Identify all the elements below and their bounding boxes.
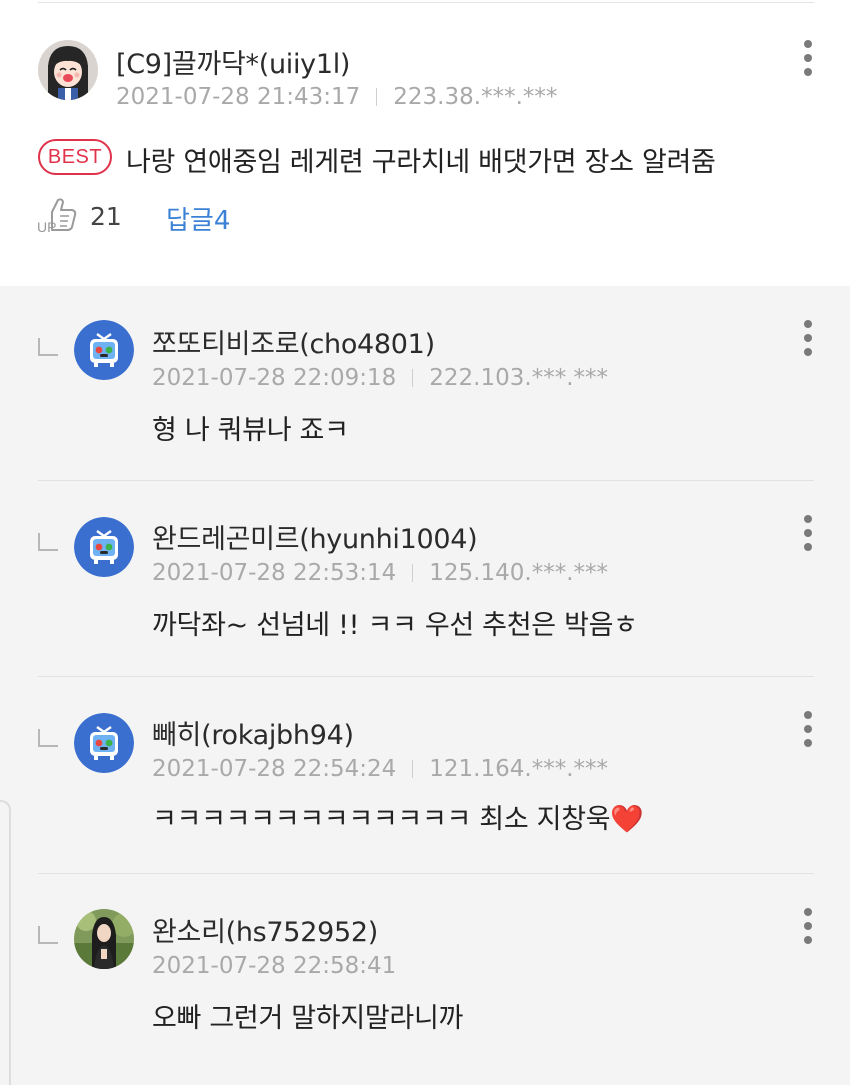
reply-count-link[interactable]: 답글4	[166, 200, 230, 237]
reply-item: 쪼또티비조로(cho4801) 2021-07-28 22:09:18 222.…	[0, 286, 850, 482]
tv-character-icon	[74, 517, 134, 577]
reply-ip: 121.164.***.***	[429, 756, 609, 782]
more-options-icon[interactable]	[798, 40, 818, 76]
comment-date: 2021-07-28 21:43:17	[116, 84, 361, 110]
meta-separator	[412, 564, 414, 582]
reply-author[interactable]: 완드레곤미르(hyunhi1004)	[152, 517, 478, 556]
reply-indent-icon	[38, 338, 58, 356]
side-edge	[0, 800, 11, 1085]
reply-date: 2021-07-28 22:09:18	[152, 365, 397, 391]
reply-author[interactable]: 쪼또티비조로(cho4801)	[152, 322, 435, 361]
reply-meta: 2021-07-28 22:58:41	[152, 953, 396, 979]
comment-ip: 223.38.***.***	[393, 84, 558, 110]
reply-item: 완드레곤미르(hyunhi1004) 2021-07-28 22:53:14 1…	[0, 481, 850, 677]
tv-character-icon	[74, 713, 134, 773]
reply-date: 2021-07-28 22:58:41	[152, 953, 397, 979]
reply-item: 완소리(hs752952) 2021-07-28 22:58:41 오빠 그런거…	[0, 874, 850, 1085]
reply-avatar[interactable]	[74, 909, 134, 969]
meta-separator	[376, 88, 378, 106]
reply-ip: 125.140.***.***	[429, 560, 609, 586]
comment-thread: [C9]끌까닥*(uiiy1l) 2021-07-28 21:43:17 223…	[0, 0, 850, 1085]
reply-date: 2021-07-28 22:54:24	[152, 756, 397, 782]
more-options-icon[interactable]	[798, 908, 818, 944]
best-badge: BEST	[38, 139, 112, 175]
like-count: 21	[90, 202, 122, 231]
reply-meta: 2021-07-28 22:53:14 125.140.***.***	[152, 560, 608, 586]
tv-character-icon	[74, 320, 134, 380]
reply-text: ㅋㅋㅋㅋㅋㅋㅋㅋㅋㅋㅋㅋㅋ 최소 지창욱❤️	[152, 804, 644, 835]
replies-section: 쪼또티비조로(cho4801) 2021-07-28 22:09:18 222.…	[0, 286, 850, 1085]
reply-text: 오빠 그런거 말하지말라니까	[152, 1003, 464, 1034]
reply-text: 까닥좌~ 선넘네 !! ㅋㅋ 우선 추천은 박음ㅎ	[152, 610, 638, 641]
reply-meta: 2021-07-28 22:09:18 222.103.***.***	[152, 365, 608, 391]
main-comment: [C9]끌까닥*(uiiy1l) 2021-07-28 21:43:17 223…	[0, 0, 850, 286]
reply-avatar[interactable]	[74, 320, 134, 380]
reply-indent-icon	[38, 926, 58, 944]
reply-avatar[interactable]	[74, 517, 134, 577]
reply-author[interactable]: 완소리(hs752952)	[152, 910, 378, 949]
meta-separator	[412, 369, 414, 387]
author-avatar[interactable]	[38, 40, 98, 100]
reply-indent-icon	[38, 729, 58, 747]
more-options-icon[interactable]	[798, 320, 818, 356]
more-options-icon[interactable]	[798, 515, 818, 551]
user-photo	[74, 909, 134, 969]
anime-girl-avatar-icon	[38, 40, 98, 100]
reply-text: 형 나 쿼뷰나 죠ㅋ	[152, 415, 349, 446]
reply-item: 빼히(rokajbh94) 2021-07-28 22:54:24 121.16…	[0, 677, 850, 874]
comment-meta: 2021-07-28 21:43:17 223.38.***.***	[116, 84, 557, 110]
reply-meta: 2021-07-28 22:54:24 121.164.***.***	[152, 756, 608, 782]
thumbs-up-icon[interactable]: UP	[36, 194, 80, 235]
reply-date: 2021-07-28 22:53:14	[152, 560, 397, 586]
svg-text:UP: UP	[37, 219, 56, 234]
reply-avatar[interactable]	[74, 713, 134, 773]
comment-author[interactable]: [C9]끌까닥*(uiiy1l)	[116, 42, 350, 81]
meta-separator	[412, 760, 414, 778]
reply-indent-icon	[38, 533, 58, 551]
divider	[38, 2, 814, 3]
reply-author[interactable]: 빼히(rokajbh94)	[152, 713, 354, 752]
more-options-icon[interactable]	[798, 711, 818, 747]
reply-ip: 222.103.***.***	[429, 365, 609, 391]
comment-text: 나랑 연애중임 레게련 구라치네 배댓가면 장소 알려줌	[126, 147, 716, 178]
